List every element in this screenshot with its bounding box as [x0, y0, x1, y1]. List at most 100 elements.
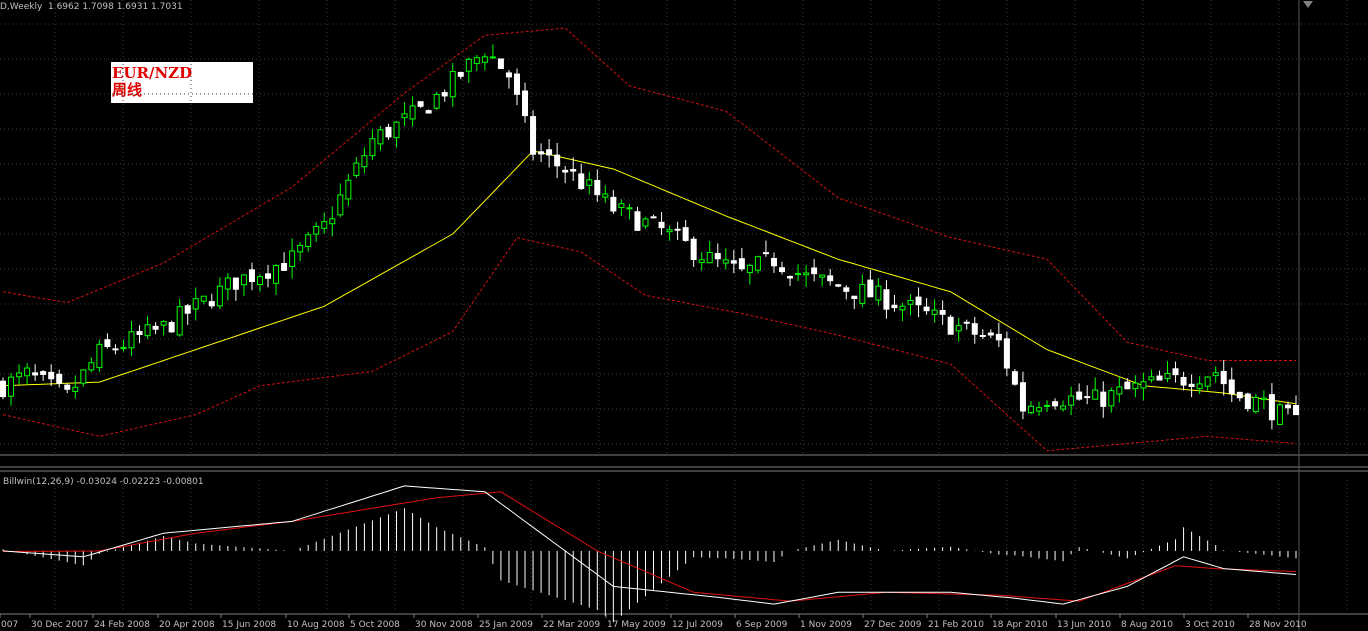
- candle-body: [513, 73, 520, 95]
- candle-body: [875, 285, 882, 301]
- candle-body: [1196, 383, 1203, 390]
- candle-body: [281, 262, 288, 271]
- candle-body: [321, 221, 328, 229]
- candle-body: [192, 298, 199, 310]
- candle-body: [1204, 376, 1211, 387]
- candle-body: [931, 309, 938, 315]
- candle-body: [1236, 391, 1243, 399]
- candle-body: [907, 299, 914, 305]
- candle-body: [377, 129, 384, 145]
- candle-body: [152, 325, 159, 330]
- x-tick-label: 21 Feb 2010: [928, 620, 984, 630]
- candle-body: [80, 369, 87, 384]
- x-tick-label: 25 Jan 2009: [479, 620, 533, 630]
- lower-band-line: [2, 237, 1297, 452]
- candle-body: [457, 71, 464, 77]
- candle-body: [473, 57, 480, 64]
- candle-body: [971, 323, 978, 335]
- candle-body: [698, 259, 705, 264]
- x-tick-label: 8 Aug 2010: [1121, 620, 1173, 630]
- candle-body: [1260, 397, 1267, 401]
- candle-body: [1148, 376, 1155, 381]
- candle-body: [1276, 404, 1283, 425]
- x-tick-label: 30 Nov 2008: [415, 620, 473, 630]
- candle-body: [1180, 376, 1187, 386]
- candle-body: [1244, 393, 1251, 410]
- candle-body: [449, 71, 456, 98]
- candle-body: [1220, 370, 1227, 385]
- candle-body: [1068, 395, 1075, 406]
- candle-body: [915, 296, 922, 306]
- candle-body: [168, 322, 175, 333]
- candle-body: [56, 373, 63, 384]
- macd-line: [2, 485, 1297, 605]
- candle-body: [345, 179, 352, 200]
- candle-body: [610, 196, 617, 212]
- candle-body: [1027, 405, 1034, 414]
- candle-body: [208, 301, 215, 307]
- candle-body: [305, 234, 312, 248]
- candle-body: [417, 101, 424, 107]
- candle-body: [128, 331, 135, 349]
- candle-body: [714, 253, 721, 260]
- candle-body: [843, 287, 850, 292]
- candle-body: [1172, 368, 1179, 376]
- candle-body: [409, 105, 416, 120]
- candle-body: [578, 173, 585, 190]
- x-tick-label: 5 Oct 2008: [350, 620, 400, 630]
- candle-body: [216, 285, 223, 307]
- candle-body: [530, 116, 537, 155]
- candle-body: [184, 305, 191, 314]
- candle-body: [1293, 405, 1299, 416]
- x-tick-label: 27 Dec 2009: [864, 620, 922, 630]
- candle-body: [240, 274, 247, 286]
- candle-body: [353, 162, 360, 176]
- candle-body: [1011, 371, 1018, 385]
- scroll-marker-icon: [1303, 1, 1313, 8]
- candle-body: [570, 168, 577, 172]
- candle-body: [522, 90, 529, 117]
- candle-body: [1108, 390, 1115, 407]
- x-tick-label: 1 Nov 2009: [800, 620, 852, 630]
- x-tick-label: 30 Dec 2007: [31, 620, 89, 630]
- candle-body: [1188, 383, 1195, 388]
- candle-body: [112, 348, 119, 351]
- candle-body: [1284, 404, 1291, 409]
- candle-body: [995, 333, 1002, 341]
- candle-body: [104, 339, 111, 348]
- candle-body: [265, 273, 272, 279]
- candle-body: [795, 273, 802, 276]
- candle-body: [0, 380, 6, 398]
- candle-body: [1212, 372, 1219, 377]
- candle-body: [1268, 394, 1275, 421]
- candle-body: [955, 325, 962, 332]
- candle-body: [8, 376, 15, 397]
- candle-body: [626, 207, 633, 210]
- x-tick-label: 18 Apr 2010: [992, 620, 1048, 630]
- candle-body: [1100, 391, 1107, 407]
- candle-body: [232, 277, 239, 290]
- candle-body: [297, 244, 304, 253]
- candle-body: [979, 334, 986, 337]
- x-tick-label: 007: [1, 620, 18, 630]
- candle-body: [650, 216, 657, 219]
- candle-body: [642, 218, 649, 227]
- candle-body: [1164, 373, 1171, 379]
- candle-body: [120, 346, 127, 350]
- candle-body: [586, 179, 593, 186]
- candle-body: [803, 272, 810, 276]
- x-tick-label: 3 Oct 2010: [1185, 620, 1235, 630]
- candle-body: [136, 331, 143, 336]
- candle-body: [1003, 338, 1010, 369]
- candle-body: [96, 343, 103, 369]
- candle-body: [658, 221, 665, 229]
- price-chart[interactable]: 007 30 Dec 2007 24 Feb 2008 20 Apr 2008 15 J…: [0, 0, 1368, 631]
- candle-body: [160, 321, 167, 326]
- x-tick-label: 15 Jun 2008: [222, 620, 276, 630]
- candle-body: [538, 151, 545, 155]
- candle-body: [546, 149, 553, 156]
- candle-body: [562, 169, 569, 173]
- candle-body: [489, 56, 496, 59]
- candle-body: [505, 72, 512, 78]
- upper-band-line: [2, 27, 1296, 361]
